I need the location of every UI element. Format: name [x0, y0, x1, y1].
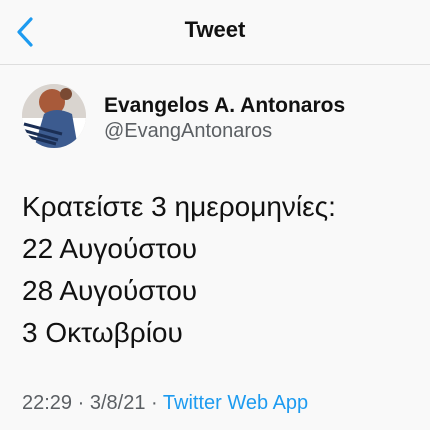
tweet-author[interactable]: Evangelos A. Antonaros @EvangAntonaros [22, 84, 422, 154]
tweet-metadata: 22:29 · 3/8/21 · Twitter Web App [22, 392, 308, 415]
tweet-text-line: 28 Αυγούστου [22, 275, 198, 306]
author-handle[interactable]: @EvangAntonaros [104, 120, 272, 143]
meta-separator: · [77, 392, 85, 414]
page-title: Tweet [184, 17, 246, 42]
author-display-name[interactable]: Evangelos A. Antonaros [104, 94, 345, 118]
avatar[interactable] [22, 84, 86, 148]
tweet-text-line: Κρατείστε 3 ημερομηνίες: [22, 191, 336, 222]
tweet-time: 22:29 [22, 392, 73, 414]
tweet-text: Κρατείστε 3 ημερομηνίες: 22 Αυγούστου 28… [22, 186, 422, 354]
tweet-date: 3/8/21 [89, 392, 146, 414]
meta-separator: · [151, 392, 158, 414]
tweet-text-line: 22 Αυγούστου [22, 233, 198, 264]
navigation-bar: Tweet [0, 0, 430, 65]
tweet-source-link[interactable]: Twitter Web App [163, 392, 308, 414]
tweet-text-line: 3 Οκτωβρίου [22, 317, 183, 348]
